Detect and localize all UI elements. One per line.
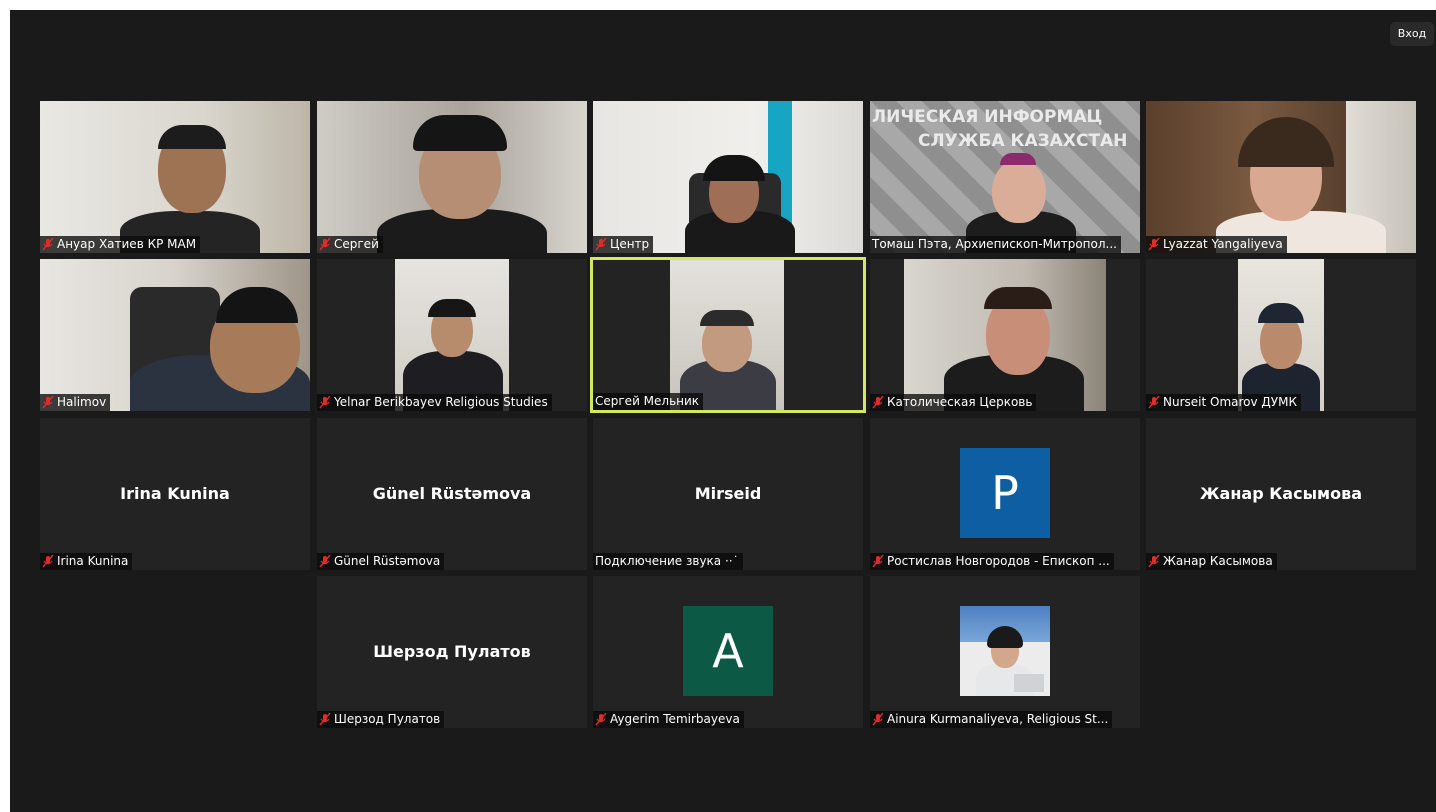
participant-tile[interactable]: Irina Kunina Irina Kunina: [40, 418, 310, 570]
participant-tile[interactable]: ЛИЧЕСКАЯ ИНФОРМАЦ СЛУЖБА КАЗАХСТАН Томаш…: [870, 101, 1140, 253]
participant-name: Подключение звука ··˙: [593, 553, 743, 570]
participant-name: Günel Rüstəmova: [317, 553, 445, 570]
participant-video: [960, 606, 1050, 696]
participant-video: ЛИЧЕСКАЯ ИНФОРМАЦ СЛУЖБА КАЗАХСТАН: [870, 101, 1140, 253]
microphone-muted-icon: [872, 555, 884, 568]
microphone-muted-icon: [319, 238, 331, 251]
participant-tile[interactable]: Ануар Хатиев КР МАМ: [40, 101, 310, 253]
participant-name: Католическая Церковь: [870, 394, 1037, 411]
participant-name-text: Ануар Хатиев КР МАМ: [57, 237, 197, 251]
participant-name-text: Жанар Касымова: [1163, 554, 1273, 568]
participant-display-name: Шерзод Пулатов: [373, 642, 531, 661]
participant-avatar: A: [683, 606, 773, 696]
microphone-muted-icon: [42, 396, 54, 409]
microphone-muted-icon: [595, 238, 607, 251]
participant-name: Центр: [593, 236, 654, 253]
participant-name-text: Halimov: [57, 395, 107, 409]
participant-name: Ainura Kurmanaliyeva, Religious St...: [870, 711, 1113, 728]
participant-name-text: Yelnar Berikbayev Religious Studies: [334, 395, 548, 409]
participant-name: Сергей: [317, 236, 383, 253]
participant-name-text: Nurseit Omarov ДУМК: [1163, 395, 1297, 409]
participant-video: [1238, 259, 1324, 411]
microphone-muted-icon: [1148, 396, 1160, 409]
participant-name: Lyazzat Yangaliyeva: [1146, 236, 1287, 253]
participant-name-text: Центр: [610, 237, 650, 251]
participant-tile[interactable]: Günel Rüstəmova Günel Rüstəmova: [317, 418, 587, 570]
microphone-muted-icon: [319, 555, 331, 568]
participant-name: Nurseit Omarov ДУМК: [1146, 394, 1301, 411]
participant-name: Yelnar Berikbayev Religious Studies: [317, 394, 552, 411]
participant-video: [40, 101, 310, 253]
background-banner-text: ЛИЧЕСКАЯ ИНФОРМАЦ: [872, 107, 1103, 127]
participant-display-name: Irina Kunina: [120, 484, 230, 503]
participant-tile[interactable]: Lyazzat Yangaliyeva: [1146, 101, 1416, 253]
background-banner-text: СЛУЖБА КАЗАХСТАН: [918, 131, 1128, 151]
microphone-muted-icon: [1148, 555, 1160, 568]
participant-tile[interactable]: Шерзод Пулатов Шерзод Пулатов: [317, 576, 587, 728]
participant-tile[interactable]: Сергей: [317, 101, 587, 253]
participant-display-name: Günel Rüstəmova: [372, 484, 532, 503]
participant-name: Halimov: [40, 394, 111, 411]
participant-name: Шерзод Пулатов: [317, 711, 445, 728]
participant-tile[interactable]: Halimov: [40, 259, 310, 411]
participant-video: [670, 260, 784, 410]
participant-name: Ростислав Новгородов - Епископ ...: [870, 553, 1114, 570]
participant-video: [317, 101, 587, 253]
participant-name-text: Томаш Пэта, Архиепископ-Митропол...: [872, 237, 1117, 251]
participant-display-name: Жанар Касымова: [1199, 484, 1363, 503]
participant-tile[interactable]: Жанар Касымова Жанар Касымова: [1146, 418, 1416, 570]
participant-name-text: Сергей Мельник: [595, 394, 700, 408]
participant-name-text: Подключение звука ··˙: [595, 554, 739, 568]
microphone-muted-icon: [872, 396, 884, 409]
participant-name-text: Lyazzat Yangaliyeva: [1163, 237, 1283, 251]
participant-tile[interactable]: Yelnar Berikbayev Religious Studies: [317, 259, 587, 411]
participant-name: Aygerim Temirbayeva: [593, 711, 744, 728]
participant-name-text: Aygerim Temirbayeva: [610, 712, 740, 726]
participant-display-name: Mirseid: [694, 484, 762, 503]
participant-tile[interactable]: Mirseid Подключение звука ··˙: [593, 418, 863, 570]
microphone-muted-icon: [872, 713, 884, 726]
participant-video: [395, 259, 509, 411]
microphone-muted-icon: [319, 713, 331, 726]
participant-video: [593, 101, 863, 253]
participant-name-text: Irina Kunina: [57, 554, 129, 568]
participant-tile[interactable]: P Ростислав Новгородов - Епископ ...: [870, 418, 1140, 570]
participant-video: [40, 259, 310, 411]
microphone-muted-icon: [42, 555, 54, 568]
microphone-muted-icon: [1148, 238, 1160, 251]
participant-tile-active-speaker[interactable]: Сергей Мельник: [590, 257, 866, 413]
participant-name: Ануар Хатиев КР МАМ: [40, 236, 201, 253]
participant-name: Жанар Касымова: [1146, 553, 1277, 570]
participant-tile[interactable]: Центр: [593, 101, 863, 253]
microphone-muted-icon: [319, 396, 331, 409]
microphone-muted-icon: [595, 713, 607, 726]
participant-tile[interactable]: Католическая Церковь: [870, 259, 1140, 411]
participant-name: Томаш Пэта, Архиепископ-Митропол...: [870, 236, 1121, 253]
participant-name-text: Günel Rüstəmova: [334, 554, 441, 568]
participant-avatar: P: [960, 448, 1050, 538]
enter-button[interactable]: Вход: [1390, 22, 1434, 46]
participant-tile[interactable]: Ainura Kurmanaliyeva, Religious St...: [870, 576, 1140, 728]
participant-name: Irina Kunina: [40, 553, 133, 570]
participant-name-text: Католическая Церковь: [887, 395, 1033, 409]
participant-name-text: Ainura Kurmanaliyeva, Religious St...: [887, 712, 1109, 726]
participant-video: [1146, 101, 1416, 253]
participant-name-text: Ростислав Новгородов - Епископ ...: [887, 554, 1110, 568]
participant-tile[interactable]: Nurseit Omarov ДУМК: [1146, 259, 1416, 411]
participant-tile[interactable]: A Aygerim Temirbayeva: [593, 576, 863, 728]
participant-name-text: Сергей: [334, 237, 379, 251]
participant-video: [904, 259, 1106, 411]
zoom-meeting-window: Вход Ануар Хатиев КР МАМ Сергей Центр ЛИ…: [10, 10, 1436, 812]
participant-name: Сергей Мельник: [593, 393, 704, 410]
microphone-muted-icon: [42, 238, 54, 251]
participant-name-text: Шерзод Пулатов: [334, 712, 441, 726]
